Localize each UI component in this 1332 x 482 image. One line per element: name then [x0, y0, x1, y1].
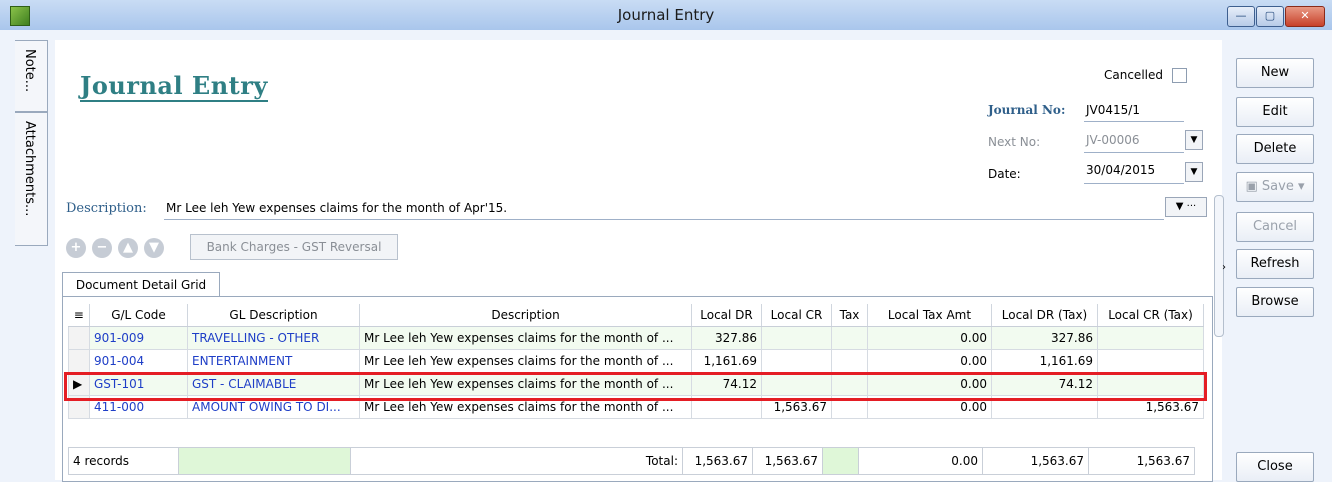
- save-button[interactable]: ▣ Save ▾: [1236, 172, 1314, 202]
- local-dr-cell[interactable]: 1,161.69: [691, 349, 762, 373]
- add-row-icon[interactable]: +: [66, 238, 86, 258]
- journal-no-underline: [1084, 121, 1184, 122]
- title-bar: Journal Entry — ▢ ✕: [0, 0, 1332, 31]
- edit-button[interactable]: Edit: [1236, 97, 1314, 127]
- local-dr-tax-cell[interactable]: 327.86: [991, 326, 1098, 350]
- side-tab-note[interactable]: Note...: [15, 40, 48, 112]
- local-tax-amt-cell[interactable]: 0.00: [867, 349, 992, 373]
- local-cr-tax-cell[interactable]: [1097, 349, 1204, 373]
- save-disk-icon: ▣: [1245, 179, 1258, 194]
- description-cell[interactable]: Mr Lee leh Yew expenses claims for the m…: [359, 326, 692, 350]
- total-local-tax-amt: 0.00: [858, 447, 983, 475]
- move-up-icon[interactable]: ▲: [118, 238, 138, 258]
- date-dropdown-icon[interactable]: ▼: [1185, 162, 1203, 182]
- local-dr-tax-cell[interactable]: 1,161.69: [991, 349, 1098, 373]
- next-no-underline: [1084, 152, 1184, 153]
- column-header[interactable]: Local Tax Amt: [867, 304, 992, 327]
- column-header[interactable]: Tax: [831, 304, 868, 327]
- column-header[interactable]: Local CR (Tax): [1097, 304, 1204, 327]
- journal-no-label: Journal No:: [988, 103, 1066, 117]
- gl-code-cell[interactable]: 901-004: [89, 349, 188, 373]
- local-tax-amt-cell[interactable]: 0.00: [867, 326, 992, 350]
- column-header[interactable]: Description: [359, 304, 692, 327]
- total-local-cr: 1,563.67: [752, 447, 823, 475]
- cancelled-label: Cancelled: [1104, 68, 1163, 82]
- tax-cell[interactable]: [831, 349, 868, 373]
- tax-cell[interactable]: [831, 326, 868, 350]
- description-underline: [164, 219, 1164, 220]
- column-header[interactable]: Local DR: [691, 304, 762, 327]
- footer-blank-cell: [178, 447, 351, 475]
- next-no-label: Next No:: [988, 135, 1041, 149]
- local-dr-cell[interactable]: 327.86: [691, 326, 762, 350]
- row-indicator[interactable]: [68, 326, 90, 350]
- date-label: Date:: [988, 167, 1021, 181]
- table-row[interactable]: 901-004 ENTERTAINMENT Mr Lee leh Yew exp…: [68, 349, 1204, 373]
- records-count: 4 records: [68, 447, 179, 475]
- total-local-dr-tax: 1,563.67: [982, 447, 1089, 475]
- new-button[interactable]: New: [1236, 58, 1314, 88]
- highlight-box: [64, 372, 1207, 401]
- description-cell[interactable]: Mr Lee leh Yew expenses claims for the m…: [359, 349, 692, 373]
- close-button[interactable]: Close: [1236, 452, 1314, 482]
- tab-document-detail-grid[interactable]: Document Detail Grid: [62, 272, 220, 297]
- refresh-button[interactable]: Refresh: [1236, 249, 1314, 279]
- maximize-button[interactable]: ▢: [1256, 6, 1284, 27]
- local-cr-cell[interactable]: [761, 349, 832, 373]
- detail-grid: ≡ G/L Code GL Description Description Lo…: [68, 304, 1204, 419]
- journal-no-field[interactable]: JV0415/1: [1086, 103, 1140, 117]
- footer-tax-cell: [822, 447, 859, 475]
- cancelled-checkbox[interactable]: [1172, 68, 1187, 83]
- column-header[interactable]: G/L Code: [89, 304, 188, 327]
- bank-charges-gst-reversal-button[interactable]: Bank Charges - GST Reversal: [190, 234, 398, 260]
- gl-code-cell[interactable]: 901-009: [89, 326, 188, 350]
- description-label: Description:: [66, 201, 147, 216]
- save-label: Save: [1261, 179, 1294, 194]
- total-local-dr: 1,563.67: [682, 447, 753, 475]
- column-header[interactable]: GL Description: [187, 304, 360, 327]
- gl-description-cell[interactable]: TRAVELLING - OTHER: [187, 326, 360, 350]
- column-header[interactable]: Local DR (Tax): [991, 304, 1098, 327]
- save-dropdown-icon[interactable]: ▾: [1298, 179, 1305, 194]
- side-tab-attachments[interactable]: Attachments...: [15, 112, 48, 246]
- page-title: Journal Entry: [80, 71, 268, 102]
- local-cr-cell[interactable]: [761, 326, 832, 350]
- total-label: Total:: [350, 447, 683, 475]
- remove-row-icon[interactable]: −: [92, 238, 112, 258]
- delete-button[interactable]: Delete: [1236, 134, 1314, 164]
- next-no-field[interactable]: JV-00006: [1086, 133, 1140, 147]
- gl-description-cell[interactable]: ENTERTAINMENT: [187, 349, 360, 373]
- table-row[interactable]: 901-009 TRAVELLING - OTHER Mr Lee leh Ye…: [68, 326, 1204, 350]
- description-dropdown-ellipsis-icon[interactable]: ▼ ···: [1165, 197, 1207, 217]
- grid-header-row: ≡ G/L Code GL Description Description Lo…: [68, 304, 1204, 327]
- next-no-dropdown-icon[interactable]: ▼: [1185, 130, 1203, 150]
- description-field[interactable]: Mr Lee leh Yew expenses claims for the m…: [166, 201, 507, 215]
- expand-arrow-icon[interactable]: ›: [1222, 262, 1226, 273]
- move-down-icon[interactable]: ▼: [144, 238, 164, 258]
- column-header[interactable]: Local CR: [761, 304, 832, 327]
- browse-button[interactable]: Browse: [1236, 287, 1314, 317]
- local-cr-tax-cell[interactable]: [1097, 326, 1204, 350]
- window-title: Journal Entry: [617, 6, 715, 24]
- close-window-button[interactable]: ✕: [1285, 6, 1325, 27]
- grid-footer: 4 records Total: 1,563.67 1,563.67 0.00 …: [68, 447, 1195, 475]
- row-indicator[interactable]: [68, 349, 90, 373]
- total-local-cr-tax: 1,563.67: [1088, 447, 1195, 475]
- column-chooser-icon[interactable]: ≡: [68, 304, 90, 327]
- date-underline: [1084, 183, 1184, 184]
- minimize-button[interactable]: —: [1227, 6, 1255, 27]
- cancel-button[interactable]: Cancel: [1236, 212, 1314, 242]
- date-field[interactable]: 30/04/2015: [1086, 163, 1155, 177]
